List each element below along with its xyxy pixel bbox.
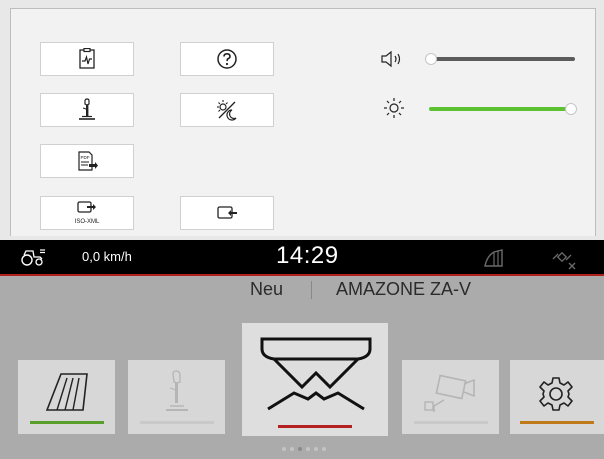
- field-icon: [45, 373, 88, 411]
- title-divider: [311, 281, 312, 299]
- profile-name: Neu: [250, 279, 284, 299]
- volume-knob[interactable]: [425, 53, 437, 65]
- terminal-screen: PDF ISO-XML 0,0 km/h 14:29 Neu AMAZONE Z…: [0, 0, 604, 459]
- service-icon: [79, 98, 95, 120]
- gear-icon: [539, 377, 573, 411]
- work-area: Neu AMAZONE ZA-V: [0, 276, 604, 459]
- service-button[interactable]: [40, 93, 134, 127]
- gps-off-icon: [552, 251, 576, 270]
- day-night-icon: [217, 100, 237, 121]
- implement-status-icon: [484, 249, 503, 267]
- tractor-icon: [21, 249, 45, 266]
- brightness-track: [429, 107, 575, 111]
- camera-icon: [424, 374, 475, 412]
- volume-track: [429, 57, 575, 61]
- pdf-label: PDF: [81, 155, 90, 160]
- status-bar: 0,0 km/h 14:29: [0, 240, 604, 276]
- day-night-button[interactable]: [180, 93, 274, 127]
- help-button[interactable]: [180, 42, 274, 76]
- brightness-knob[interactable]: [565, 103, 577, 115]
- pdf-export-button[interactable]: PDF: [40, 144, 134, 178]
- tile-joystick[interactable]: [128, 360, 225, 434]
- pdf-export-icon: PDF: [78, 151, 98, 171]
- isoxml-label: ISO-XML: [75, 219, 100, 225]
- tile-spreader-indicator: [278, 425, 352, 428]
- joystick-icon: [166, 370, 188, 411]
- tile-field[interactable]: [18, 360, 115, 434]
- speed-readout: 0,0 km/h: [82, 249, 132, 264]
- isoxml-export-icon: ISO-XML: [75, 201, 100, 225]
- tile-joystick-indicator: [140, 421, 214, 424]
- help-icon: [217, 49, 237, 69]
- import-button[interactable]: [180, 196, 274, 230]
- isoxml-export-button[interactable]: ISO-XML: [40, 196, 134, 230]
- tile-camera[interactable]: [402, 360, 499, 434]
- tile-field-indicator: [30, 421, 104, 424]
- quick-settings-panel: PDF ISO-XML: [10, 8, 596, 236]
- tile-camera-indicator: [414, 421, 488, 424]
- tile-settings[interactable]: [510, 360, 604, 434]
- import-icon: [217, 206, 237, 219]
- sun-icon: [384, 98, 404, 118]
- spreader-icon: [260, 337, 372, 411]
- machine-name: AMAZONE ZA-V: [336, 279, 472, 299]
- diagnostics-button[interactable]: [40, 42, 134, 76]
- clock: 14:29: [276, 242, 339, 269]
- tile-settings-indicator: [520, 421, 594, 424]
- speaker-icon: [381, 50, 401, 68]
- page-indicator: [282, 447, 326, 451]
- tile-spreader[interactable]: [242, 323, 388, 436]
- diagnostics-icon: [79, 48, 95, 69]
